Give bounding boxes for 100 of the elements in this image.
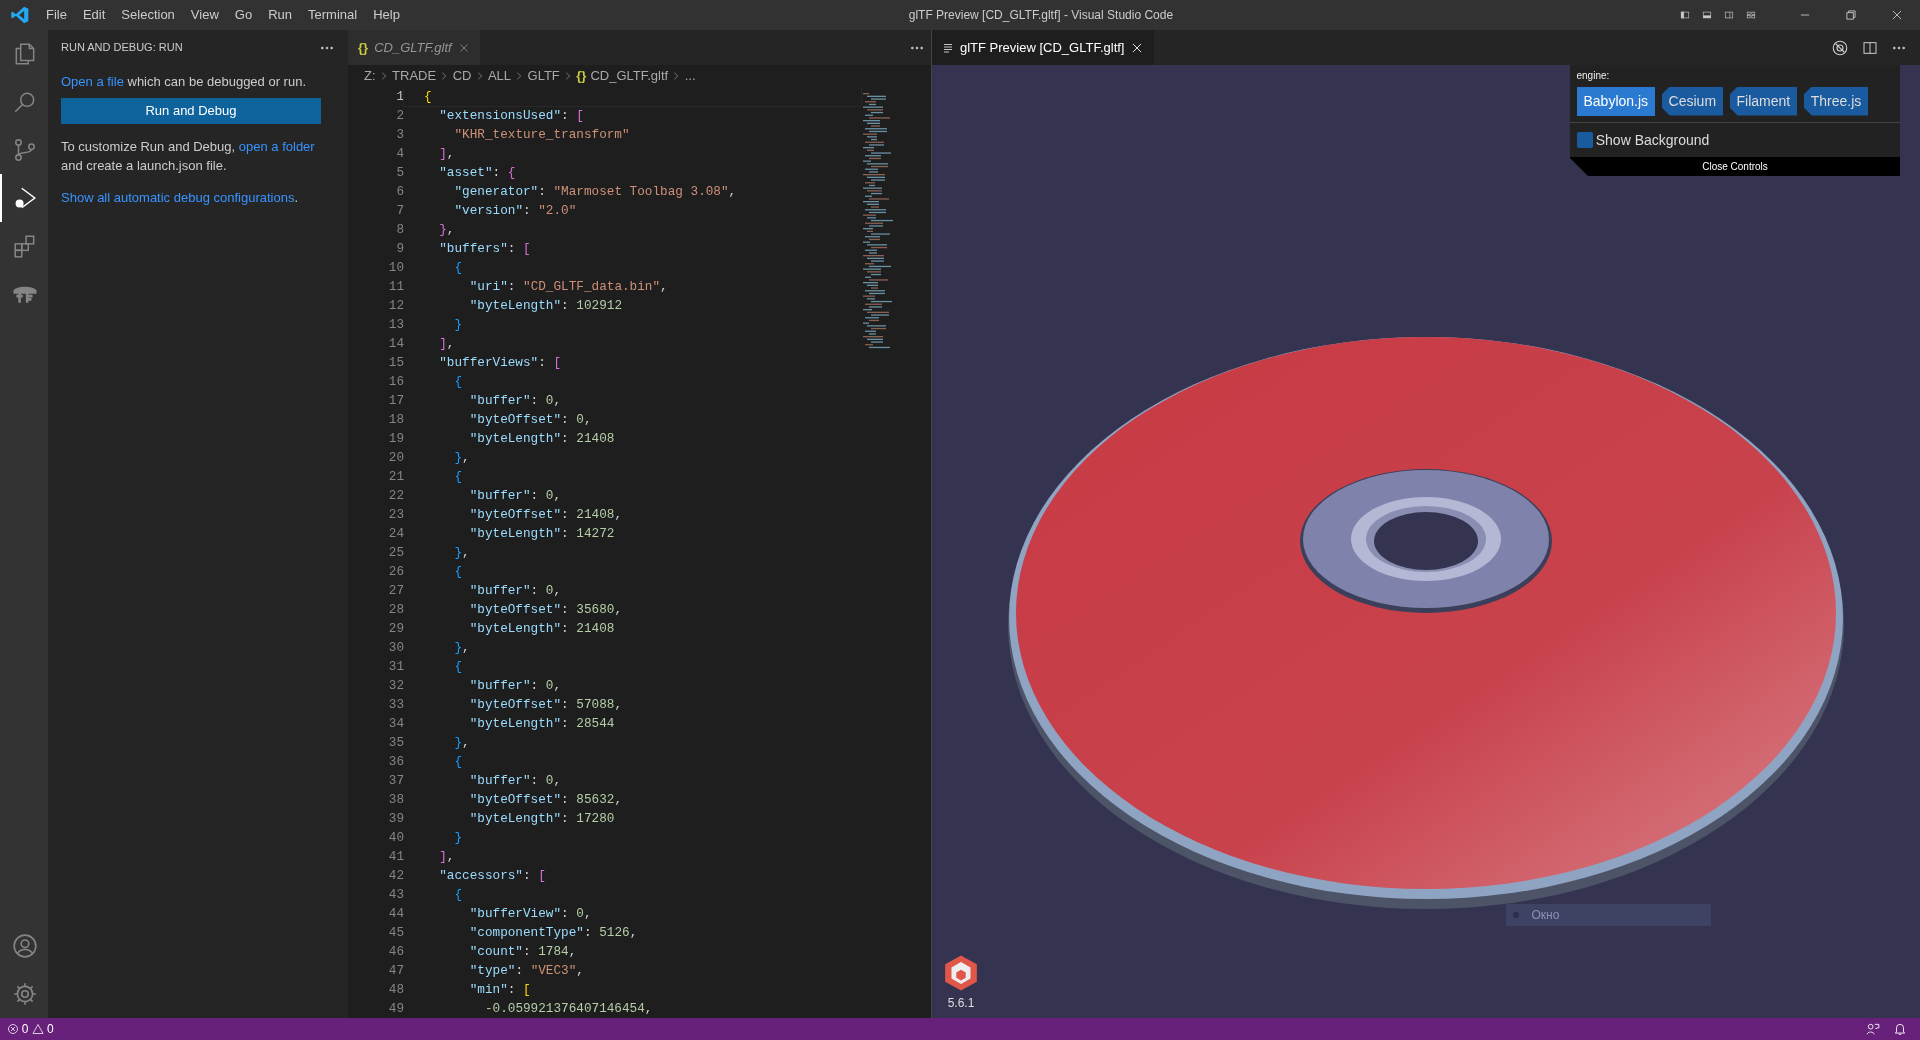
- menu-item[interactable]: File: [38, 5, 75, 25]
- line-number: 42: [387, 867, 404, 885]
- bell-icon[interactable]: [1893, 1022, 1907, 1036]
- code-line: "byteOffset": 85632,: [468, 791, 623, 809]
- code-line: -0.059921376407146454,: [483, 1000, 654, 1018]
- line-number: 35: [387, 734, 404, 752]
- code-line: },: [453, 449, 471, 467]
- line-number: 38: [387, 791, 404, 809]
- code-line: "byteOffset": 0,: [468, 411, 593, 429]
- line-number: 8: [395, 221, 404, 239]
- code-line: "buffer": 0,: [468, 487, 563, 505]
- engine-tab[interactable]: Filament: [1729, 86, 1798, 116]
- engine-tab[interactable]: Three.js: [1803, 86, 1869, 116]
- error-count[interactable]: 0: [21, 1020, 29, 1038]
- logo-icon: [10, 5, 30, 25]
- window-title: glTF Preview [CD_GLTF.gltf] - Visual Studio Code: [907, 7, 1175, 24]
- line-number: 28: [387, 601, 404, 619]
- line-number: 40: [387, 829, 404, 847]
- line-number: 14: [387, 335, 404, 353]
- line-number: 44: [387, 905, 404, 923]
- line-number: 32: [387, 677, 404, 695]
- close-icon[interactable]: [1890, 8, 1904, 22]
- close-controls-button[interactable]: Close Controls: [1570, 157, 1900, 176]
- code-line: "byteLength": 17280: [468, 810, 616, 828]
- code-line: "byteLength": 14272: [468, 525, 616, 543]
- line-number: 5: [395, 164, 404, 182]
- code-line: "byteLength": 21408: [468, 620, 616, 638]
- code-line: {: [453, 753, 464, 771]
- menu-item[interactable]: View: [182, 5, 227, 25]
- line-number: 6: [395, 183, 404, 201]
- warning-icon: [31, 1023, 44, 1035]
- line-number: 18: [387, 411, 404, 429]
- menu-item[interactable]: Run: [260, 5, 300, 25]
- code-line: {: [453, 886, 464, 904]
- line-number: 29: [387, 620, 404, 638]
- code-line: ],: [438, 335, 456, 353]
- open-file-link[interactable]: Open a file: [61, 73, 124, 89]
- line-number: 31: [387, 658, 404, 676]
- code-line: "byteOffset": 35680,: [468, 601, 623, 619]
- line-number: 45: [387, 924, 404, 942]
- code-line: "byteOffset": 21408,: [468, 506, 623, 524]
- code-line: {: [404, 87, 861, 106]
- warning-count[interactable]: 0: [46, 1020, 54, 1038]
- code-line: "count": 1784,: [468, 943, 578, 961]
- editor-tab[interactable]: {} CD_GLTF.gltf: [348, 30, 480, 65]
- line-number: 30: [387, 639, 404, 657]
- code-line: },: [453, 639, 471, 657]
- menu-item[interactable]: Edit: [74, 5, 114, 25]
- code-line: }: [453, 316, 464, 334]
- line-number: 13: [387, 316, 404, 334]
- open-folder-link[interactable]: open a folder: [238, 138, 315, 154]
- engine-tab[interactable]: Cesium: [1661, 86, 1724, 116]
- menu-item[interactable]: Go: [226, 5, 261, 25]
- breadcrumb[interactable]: ALL: [487, 66, 512, 86]
- account-icon[interactable]: [12, 933, 38, 959]
- breadcrumb[interactable]: Z:: [364, 66, 376, 86]
- engine-tab[interactable]: Babylon.js: [1576, 86, 1656, 116]
- engine-label: engine:: [1576, 69, 1611, 84]
- code-line: "buffer": 0,: [468, 772, 563, 790]
- menu-item[interactable]: Help: [365, 5, 408, 25]
- menu-item[interactable]: Selection: [113, 5, 183, 25]
- breadcrumb[interactable]: TRADE: [392, 66, 437, 86]
- line-number: 15: [387, 354, 404, 372]
- code-line: }: [453, 829, 464, 847]
- code-line: ],: [438, 848, 456, 866]
- settings-icon[interactable]: [12, 981, 38, 1007]
- breadcrumb[interactable]: {} CD_GLTF.gltf: [576, 66, 669, 86]
- line-number: 7: [395, 202, 404, 220]
- line-number: 37: [387, 772, 404, 790]
- line-number: 21: [387, 468, 404, 486]
- breadcrumb[interactable]: CD: [452, 66, 472, 86]
- preview-tab[interactable]: glTF Preview [CD_GLTF.gltf]: [932, 30, 1155, 65]
- code-line: "componentType": 5126,: [468, 924, 639, 942]
- run-and-debug-button[interactable]: Run and Debug: [61, 97, 321, 124]
- split-editor-icon[interactable]: [1862, 39, 1878, 56]
- code-line: "byteLength": 21408: [468, 430, 616, 448]
- restore-icon[interactable]: [1844, 8, 1858, 22]
- menu-item[interactable]: Terminal: [300, 5, 366, 25]
- code-line: "buffer": 0,: [468, 582, 563, 600]
- line-number: 48: [387, 981, 404, 999]
- line-number: 4: [395, 145, 404, 163]
- code-line: {: [453, 259, 464, 277]
- line-number: 46: [387, 943, 404, 961]
- checkbox[interactable]: [1576, 132, 1593, 148]
- line-number: 25: [387, 544, 404, 562]
- branch-icon: [12, 137, 38, 163]
- code-line: },: [453, 544, 471, 562]
- breadcrumb[interactable]: ...: [684, 66, 696, 86]
- line-number: 24: [387, 525, 404, 543]
- line-number: 36: [387, 753, 404, 771]
- intro-text: Open a file which can be debugged or run.: [61, 72, 307, 91]
- code-line: "version": "2.0": [453, 202, 578, 220]
- code-line: "uri": "CD_GLTF_data.bin",: [468, 278, 669, 296]
- line-number: 16: [387, 373, 404, 391]
- feedback-icon[interactable]: [1866, 1022, 1880, 1036]
- breadcrumb[interactable]: GLTF: [527, 66, 560, 86]
- line-number: 17: [387, 392, 404, 410]
- customize-text: To customize Run and Debug, open a folder and create a launch.json file.: [61, 137, 316, 175]
- line-number: 34: [387, 715, 404, 733]
- code-line: "bufferViews": [: [438, 354, 563, 372]
